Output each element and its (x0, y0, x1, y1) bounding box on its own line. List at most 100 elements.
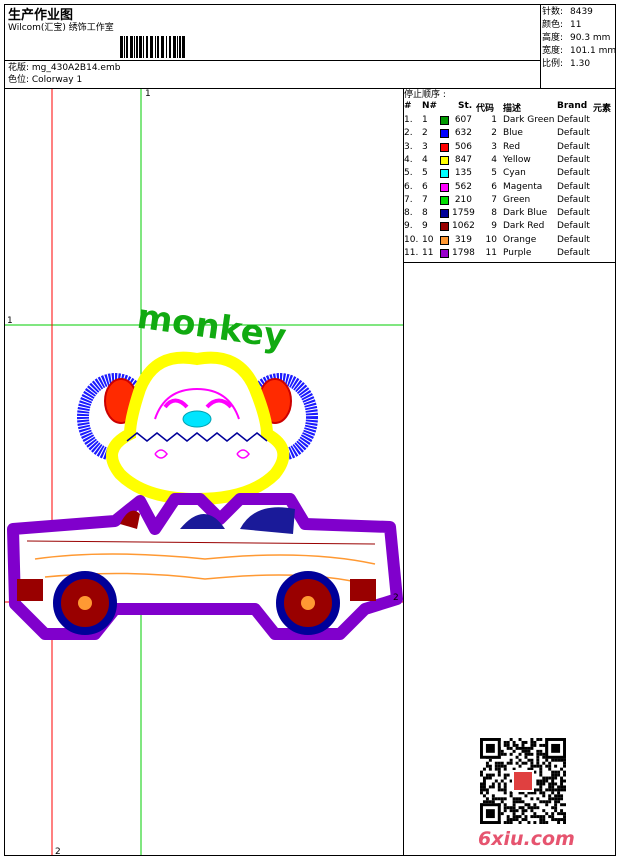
table-row: 4. 4 847 4 Yellow Default (404, 155, 616, 168)
row-no: 3. (404, 141, 413, 152)
row-n: 1 (422, 115, 428, 125)
row-brand: Default (557, 168, 590, 179)
row-n: 7 (422, 194, 428, 205)
metric-value: 90.3 mm (570, 33, 611, 43)
metric-key: 宽度: (542, 46, 564, 56)
table-row: 1. 1 607 1 Dark Green Default (404, 115, 616, 128)
table-row: 3. 3 506 3 Red Default (404, 142, 616, 155)
row-no: 1. (404, 115, 413, 125)
row-st: 607 (454, 115, 472, 125)
row-n: 6 (422, 181, 428, 192)
table-bottom-line (403, 262, 616, 263)
table-row: 9. 9 1062 9 Dark Red Default (404, 221, 616, 234)
metric-value: 8439 (570, 7, 593, 17)
row-desc: Yellow (503, 154, 531, 165)
row-n: 11 (422, 248, 434, 258)
row-brand: Default (557, 154, 590, 165)
metric-key: 高度: (542, 33, 564, 43)
color-swatch (440, 169, 449, 179)
row-brand: Default (557, 248, 590, 258)
metrics-panel: 针数: 8439 颜色: 11 高度: 90.3 mm 宽度: 101.1 mm 比例: 1.30 (542, 7, 616, 72)
row-brand: Default (557, 181, 590, 192)
table-row: 2. 2 632 2 Blue Default (404, 128, 616, 141)
color-swatch (440, 209, 449, 219)
table-row: 5. 5 135 5 Cyan Default (404, 168, 616, 181)
row-st: 135 (454, 168, 472, 179)
row-brand: Default (557, 221, 590, 232)
metric-key: 颜色: (542, 20, 564, 30)
row-code: 4 (491, 154, 497, 165)
design-canvas: monkey 1 1 2 2 (5, 89, 403, 855)
table-row: 8. 8 1759 8 Dark Blue Default (404, 208, 616, 221)
qr-code-icon (480, 738, 566, 824)
watermark: 6xiu.com (478, 828, 575, 850)
col-desc: 描述 (503, 104, 522, 114)
axis-label-left: 1 (7, 316, 13, 326)
row-code: 3 (491, 141, 497, 152)
row-code: 9 (491, 221, 497, 232)
design-file: 花版: mg_430A2B14.emb (8, 63, 121, 73)
row-code: 10 (485, 234, 497, 245)
row-st: 319 (454, 234, 472, 245)
color-swatch (440, 195, 449, 205)
metric-row: 颜色: 11 (542, 20, 616, 33)
metrics-divider (540, 4, 541, 88)
color-swatch (440, 182, 449, 192)
color-swatch (440, 129, 449, 139)
row-code: 2 (491, 128, 497, 139)
row-st: 1062 (452, 221, 475, 232)
row-n: 2 (422, 128, 428, 139)
metric-value: 101.1 mm (570, 46, 617, 56)
table-row: 7. 7 210 7 Green Default (404, 195, 616, 208)
row-code: 1 (491, 115, 497, 125)
row-st: 847 (454, 154, 472, 165)
col-st: St. (458, 101, 473, 111)
row-desc: Orange (503, 234, 537, 245)
row-st: 632 (454, 128, 472, 139)
row-n: 9 (422, 221, 428, 232)
row-st: 210 (454, 194, 472, 205)
row-desc: Purple (503, 248, 532, 258)
row-brand: Default (557, 208, 590, 219)
row-no: 7. (404, 194, 413, 205)
row-st: 1759 (452, 208, 475, 219)
row-brand: Default (557, 141, 590, 152)
metric-row: 高度: 90.3 mm (542, 33, 616, 46)
row-no: 2. (404, 128, 413, 139)
metric-row: 比例: 1.30 (542, 59, 616, 72)
col-element: 元素 (593, 104, 612, 114)
axis-label-bottom: 2 (55, 847, 61, 855)
metric-key: 针数: (542, 7, 564, 17)
col-n: N# (422, 101, 438, 111)
row-code: 5 (491, 168, 497, 179)
metric-key: 比例: (542, 59, 564, 69)
row-desc: Cyan (503, 168, 526, 179)
row-no: 11. (404, 248, 419, 258)
row-no: 8. (404, 208, 413, 219)
row-st: 562 (454, 181, 472, 192)
row-no: 6. (404, 181, 413, 192)
row-desc: Green (503, 194, 531, 205)
row-n: 5 (422, 168, 428, 179)
row-code: 6 (491, 181, 497, 192)
color-swatch (440, 142, 449, 152)
car (7, 493, 403, 640)
sheet-title: 生产作业图 (8, 8, 74, 23)
color-swatch (440, 235, 449, 245)
color-swatch (440, 249, 449, 258)
row-no: 9. (404, 221, 413, 232)
table-row: 10. 10 319 10 Orange Default (404, 235, 616, 248)
barcode-icon (120, 36, 186, 58)
design-text: monkey (135, 297, 289, 357)
col-code: 代码 (476, 104, 495, 114)
axis-label-top: 1 (145, 89, 151, 99)
col-no: # (404, 101, 412, 111)
row-code: 8 (491, 208, 497, 219)
colorway: 色位: Colorway 1 (8, 75, 83, 85)
row-no: 10. (404, 234, 419, 245)
row-desc: Dark Red (503, 221, 545, 232)
row-desc: Dark Blue (503, 208, 548, 219)
metric-value: 1.30 (570, 59, 591, 69)
row-code: 7 (491, 194, 497, 205)
row-st: 506 (454, 141, 472, 152)
